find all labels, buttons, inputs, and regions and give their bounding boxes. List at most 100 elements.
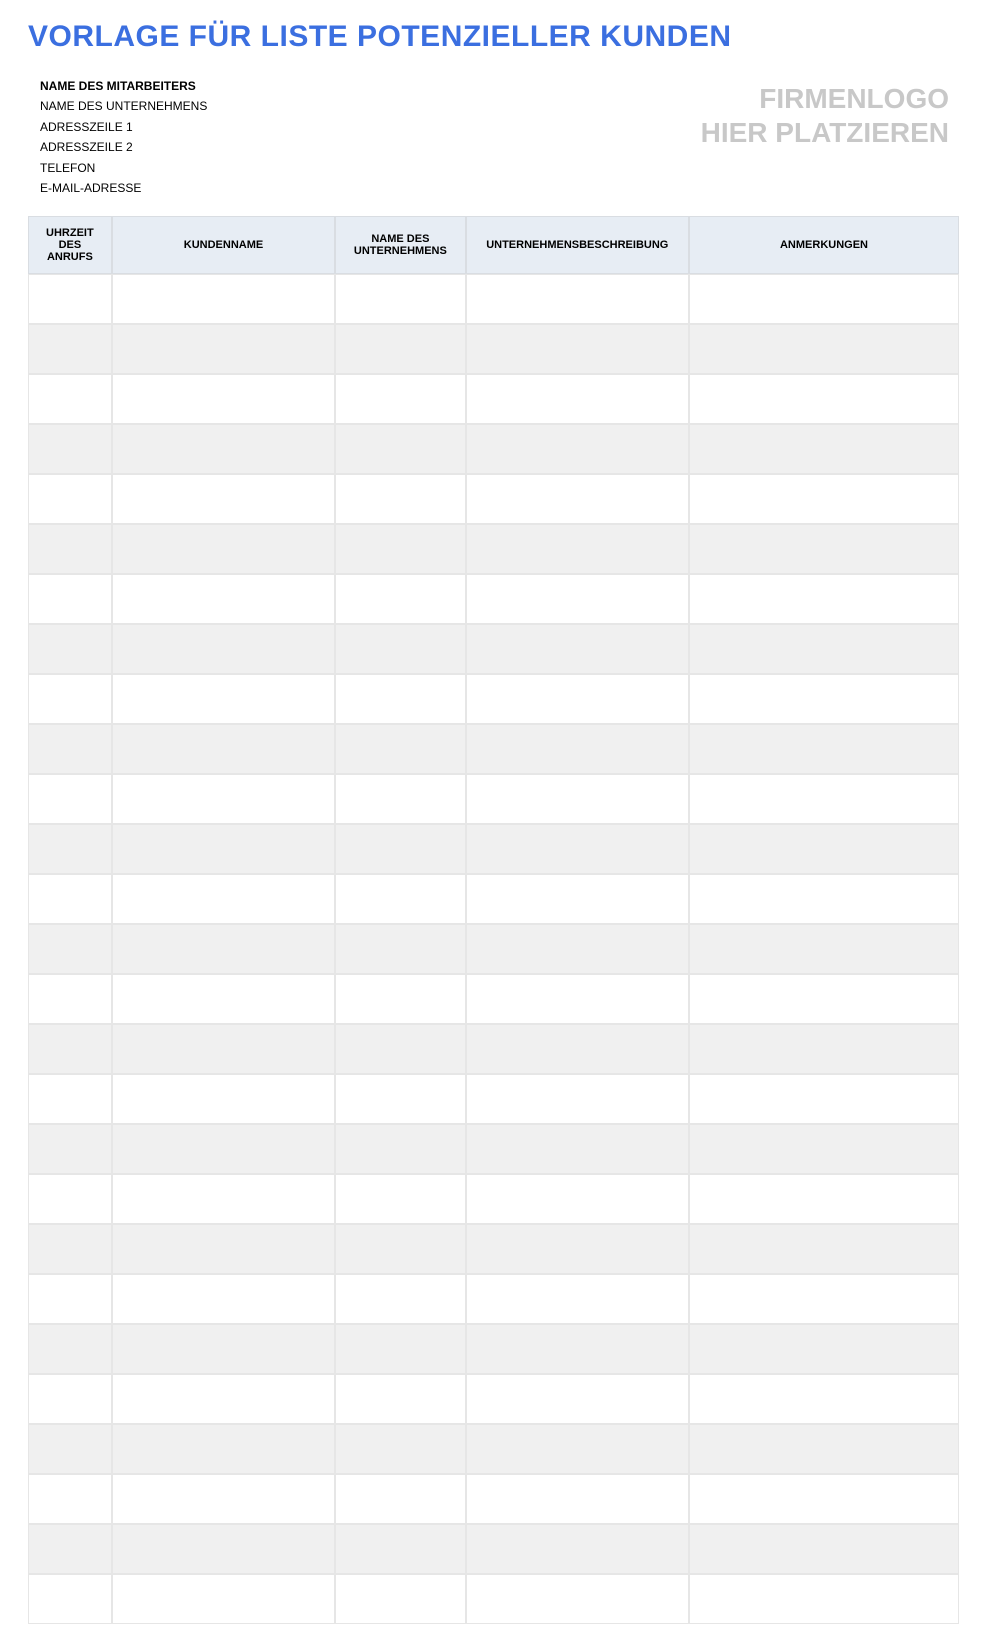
table-cell[interactable] [28, 1474, 112, 1524]
table-cell[interactable] [28, 324, 112, 374]
table-cell[interactable] [28, 1424, 112, 1474]
table-cell[interactable] [112, 574, 335, 624]
table-cell[interactable] [28, 374, 112, 424]
table-cell[interactable] [28, 424, 112, 474]
table-cell[interactable] [112, 1374, 335, 1424]
table-cell[interactable] [689, 824, 959, 874]
table-cell[interactable] [28, 1174, 112, 1224]
table-cell[interactable] [335, 574, 465, 624]
table-cell[interactable] [28, 1074, 112, 1124]
table-cell[interactable] [335, 274, 465, 324]
table-cell[interactable] [335, 1124, 465, 1174]
table-cell[interactable] [466, 874, 689, 924]
table-cell[interactable] [335, 1574, 465, 1624]
table-cell[interactable] [112, 1474, 335, 1524]
table-cell[interactable] [689, 1474, 959, 1524]
table-cell[interactable] [689, 724, 959, 774]
table-cell[interactable] [112, 374, 335, 424]
table-cell[interactable] [112, 1024, 335, 1074]
table-cell[interactable] [466, 1074, 689, 1124]
table-cell[interactable] [28, 524, 112, 574]
table-cell[interactable] [466, 1324, 689, 1374]
table-cell[interactable] [112, 1524, 335, 1574]
table-cell[interactable] [466, 274, 689, 324]
table-cell[interactable] [335, 474, 465, 524]
table-cell[interactable] [28, 1124, 112, 1174]
table-cell[interactable] [112, 774, 335, 824]
table-cell[interactable] [28, 724, 112, 774]
table-cell[interactable] [335, 1274, 465, 1324]
table-cell[interactable] [28, 1224, 112, 1274]
table-cell[interactable] [689, 474, 959, 524]
table-cell[interactable] [335, 1174, 465, 1224]
table-cell[interactable] [28, 1524, 112, 1574]
table-cell[interactable] [335, 1524, 465, 1574]
table-cell[interactable] [689, 274, 959, 324]
table-cell[interactable] [28, 874, 112, 924]
table-cell[interactable] [112, 1324, 335, 1374]
table-cell[interactable] [466, 424, 689, 474]
table-cell[interactable] [335, 524, 465, 574]
table-cell[interactable] [466, 1224, 689, 1274]
table-cell[interactable] [112, 1574, 335, 1624]
table-cell[interactable] [466, 974, 689, 1024]
table-cell[interactable] [335, 1024, 465, 1074]
table-cell[interactable] [335, 924, 465, 974]
table-cell[interactable] [112, 824, 335, 874]
table-cell[interactable] [112, 624, 335, 674]
table-cell[interactable] [112, 1174, 335, 1224]
table-cell[interactable] [466, 1174, 689, 1224]
table-cell[interactable] [466, 524, 689, 574]
table-cell[interactable] [466, 1374, 689, 1424]
table-cell[interactable] [689, 1274, 959, 1324]
table-cell[interactable] [28, 1024, 112, 1074]
table-cell[interactable] [112, 1424, 335, 1474]
table-cell[interactable] [466, 824, 689, 874]
table-cell[interactable] [335, 674, 465, 724]
table-cell[interactable] [466, 724, 689, 774]
table-cell[interactable] [28, 1374, 112, 1424]
table-cell[interactable] [335, 1074, 465, 1124]
table-cell[interactable] [466, 1524, 689, 1574]
table-cell[interactable] [466, 924, 689, 974]
table-cell[interactable] [689, 774, 959, 824]
table-cell[interactable] [466, 1124, 689, 1174]
table-cell[interactable] [689, 1174, 959, 1224]
table-cell[interactable] [689, 1074, 959, 1124]
table-cell[interactable] [466, 1474, 689, 1524]
table-cell[interactable] [28, 474, 112, 524]
table-cell[interactable] [112, 674, 335, 724]
table-cell[interactable] [112, 324, 335, 374]
table-cell[interactable] [112, 474, 335, 524]
table-cell[interactable] [689, 1224, 959, 1274]
table-cell[interactable] [28, 774, 112, 824]
table-cell[interactable] [112, 724, 335, 774]
table-cell[interactable] [335, 1374, 465, 1424]
table-cell[interactable] [335, 424, 465, 474]
table-cell[interactable] [335, 374, 465, 424]
table-cell[interactable] [689, 924, 959, 974]
table-cell[interactable] [689, 1374, 959, 1424]
table-cell[interactable] [689, 1424, 959, 1474]
table-cell[interactable] [112, 1074, 335, 1124]
table-cell[interactable] [689, 974, 959, 1024]
table-cell[interactable] [335, 1474, 465, 1524]
table-cell[interactable] [112, 974, 335, 1024]
table-cell[interactable] [466, 1274, 689, 1324]
table-cell[interactable] [689, 324, 959, 374]
table-cell[interactable] [335, 774, 465, 824]
table-cell[interactable] [28, 974, 112, 1024]
table-cell[interactable] [689, 1524, 959, 1574]
table-cell[interactable] [28, 924, 112, 974]
table-cell[interactable] [689, 374, 959, 424]
table-cell[interactable] [112, 274, 335, 324]
table-cell[interactable] [335, 1324, 465, 1374]
table-cell[interactable] [689, 1574, 959, 1624]
table-cell[interactable] [28, 674, 112, 724]
table-cell[interactable] [466, 574, 689, 624]
table-cell[interactable] [466, 674, 689, 724]
table-cell[interactable] [466, 1574, 689, 1624]
table-cell[interactable] [689, 574, 959, 624]
table-cell[interactable] [335, 724, 465, 774]
table-cell[interactable] [28, 1574, 112, 1624]
